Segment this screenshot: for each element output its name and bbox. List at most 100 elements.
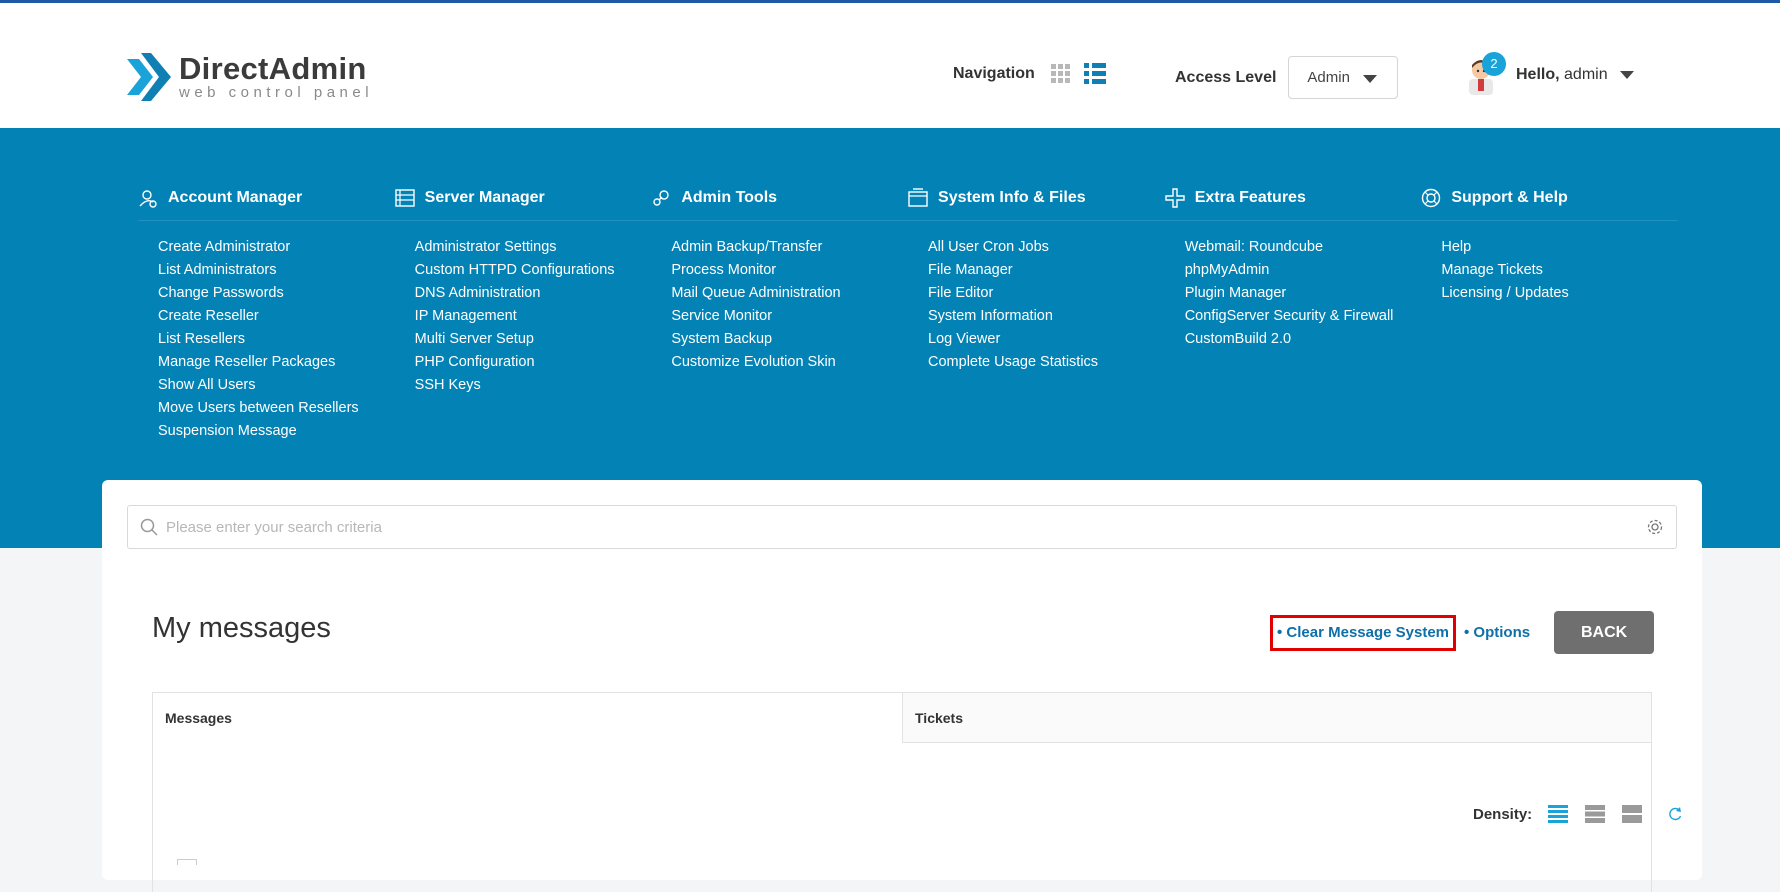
logo-title: DirectAdmin xyxy=(179,51,367,86)
menu-list-support-help: Help Manage Tickets Licensing / Updates xyxy=(1421,236,1678,443)
account-manager-icon xyxy=(139,190,157,208)
menu-link[interactable]: System Backup xyxy=(671,328,908,351)
logo[interactable]: DirectAdmin web control panel xyxy=(125,49,373,105)
access-level-value: Admin xyxy=(1307,69,1350,86)
server-manager-icon xyxy=(394,189,415,207)
menu-link[interactable]: Licensing / Updates xyxy=(1441,282,1678,305)
menu-head-label: System Info & Files xyxy=(938,189,1086,206)
back-button[interactable]: BACK xyxy=(1554,611,1655,654)
menu-link[interactable]: Create Reseller xyxy=(158,305,395,328)
options-link[interactable]: • Options xyxy=(1464,624,1530,641)
menu-link[interactable]: Custom HTTPD Configurations xyxy=(415,259,652,282)
access-level-label: Access Level xyxy=(1175,68,1277,86)
menu-link[interactable]: Create Administrator xyxy=(158,236,395,259)
tab-bar: Messages Tickets xyxy=(153,693,1651,743)
search-icon xyxy=(140,518,158,536)
menu-head-label: Extra Features xyxy=(1194,189,1306,206)
admin-tools-icon xyxy=(653,190,670,206)
menu-head-label: Server Manager xyxy=(424,189,545,206)
menu-link[interactable]: IP Management xyxy=(415,305,652,328)
extra-features-icon xyxy=(1164,188,1185,208)
menu-list-server-manager: Administrator Settings Custom HTTPD Conf… xyxy=(395,236,652,443)
density-label: Density: xyxy=(1473,805,1533,823)
tab-messages[interactable]: Messages xyxy=(153,693,902,743)
menu-link[interactable]: Mail Queue Administration xyxy=(671,282,908,305)
menu-list-extra-features: Webmail: Roundcube phpMyAdmin Plugin Man… xyxy=(1165,236,1422,443)
menu-link[interactable]: List Administrators xyxy=(158,259,395,282)
density-normal-icon[interactable] xyxy=(1585,805,1606,823)
caret-down-icon xyxy=(1363,75,1378,83)
select-all-checkbox[interactable] xyxy=(177,859,197,865)
system-info-icon xyxy=(908,188,928,207)
navigation-switcher: Navigation xyxy=(953,63,1106,84)
menu-list-account-manager: Create Administrator List Administrators… xyxy=(138,236,395,443)
menu-head-account-manager[interactable]: Account Manager xyxy=(138,186,395,210)
density-wide-icon[interactable] xyxy=(1622,805,1643,823)
grid-view-icon[interactable] xyxy=(1050,64,1070,83)
menu-list-admin-tools: Admin Backup/Transfer Process Monitor Ma… xyxy=(651,236,908,443)
menu-link[interactable]: CustomBuild 2.0 xyxy=(1185,328,1422,351)
menu-link[interactable]: Administrator Settings xyxy=(415,236,652,259)
menu-link[interactable]: Move Users between Resellers xyxy=(158,397,395,420)
support-help-icon xyxy=(1422,188,1441,208)
menu-link[interactable]: phpMyAdmin xyxy=(1185,259,1422,282)
user-menu[interactable]: 2 Hello, admin xyxy=(1466,52,1634,95)
clear-message-system-link[interactable]: • Clear Message System xyxy=(1277,624,1449,641)
menu-head-admin-tools[interactable]: Admin Tools xyxy=(651,186,908,210)
menu-link[interactable]: PHP Configuration xyxy=(415,351,652,374)
access-level-select[interactable]: Admin xyxy=(1288,56,1399,99)
density-compact-icon[interactable] xyxy=(1548,805,1569,823)
menu-link[interactable]: Help xyxy=(1441,236,1678,259)
user-menu-caret-icon[interactable] xyxy=(1619,71,1634,79)
menu-head-support-help[interactable]: Support & Help xyxy=(1421,186,1678,210)
menu-link[interactable]: File Editor xyxy=(928,282,1165,305)
list-view-icon[interactable] xyxy=(1083,63,1106,84)
access-level: Access Level Admin xyxy=(1175,56,1399,99)
menu-link[interactable]: DNS Administration xyxy=(415,282,652,305)
refresh-icon[interactable] xyxy=(1667,806,1683,822)
search-bar xyxy=(127,505,1677,549)
menu-link[interactable]: All User Cron Jobs xyxy=(928,236,1165,259)
menu-link[interactable]: Plugin Manager xyxy=(1185,282,1422,305)
menu-link[interactable]: Process Monitor xyxy=(671,259,908,282)
logo-subtitle: web control panel xyxy=(179,84,374,101)
menu-head-system-info[interactable]: System Info & Files xyxy=(908,186,1165,210)
highlight-box: • Clear Message System xyxy=(1270,614,1457,651)
menu-link[interactable]: ConfigServer Security & Firewall xyxy=(1185,305,1422,328)
menu-list-system-info: All User Cron Jobs File Manager File Edi… xyxy=(908,236,1165,443)
menu-link[interactable]: Multi Server Setup xyxy=(415,328,652,351)
gear-icon[interactable] xyxy=(1646,518,1664,536)
notification-badge[interactable]: 2 xyxy=(1482,52,1506,76)
tab-tickets[interactable]: Tickets xyxy=(902,693,1651,743)
menu-link[interactable]: File Manager xyxy=(928,259,1165,282)
menu-link[interactable]: Show All Users xyxy=(158,374,395,397)
messages-container: Messages Tickets Density: xyxy=(152,692,1682,892)
menu-link[interactable]: Suspension Message xyxy=(158,420,395,443)
menu-link[interactable]: List Resellers xyxy=(158,328,395,351)
header: DirectAdmin web control panel Navigation… xyxy=(0,3,1780,128)
avatar[interactable]: 2 xyxy=(1466,52,1506,95)
menu-head-label: Admin Tools xyxy=(681,189,778,206)
menu-link[interactable]: Log Viewer xyxy=(928,328,1165,351)
content-panel: My messages • Clear Message System • Opt… xyxy=(102,480,1702,892)
user-greeting: Hello, admin xyxy=(1516,66,1608,84)
hello-prefix: Hello, xyxy=(1516,66,1560,83)
menu-link[interactable]: Customize Evolution Skin xyxy=(671,351,908,374)
menu-head-label: Account Manager xyxy=(168,189,303,206)
menu-head-extra-features[interactable]: Extra Features xyxy=(1164,186,1422,210)
menu-link[interactable]: Admin Backup/Transfer xyxy=(671,236,908,259)
main-menu: Account Manager Server Manager Admin Too… xyxy=(138,186,1678,443)
directadmin-logo-icon xyxy=(125,49,173,105)
menu-link[interactable]: Manage Reseller Packages xyxy=(158,351,395,374)
menu-link[interactable]: Service Monitor xyxy=(671,305,908,328)
menu-link[interactable]: Complete Usage Statistics xyxy=(928,351,1165,374)
search-input[interactable] xyxy=(166,518,1646,536)
menu-link[interactable]: System Information xyxy=(928,305,1165,328)
menu-head-server-manager[interactable]: Server Manager xyxy=(394,186,652,210)
menu-head-label: Support & Help xyxy=(1451,189,1568,206)
density-control: Density: xyxy=(1473,805,1683,823)
menu-link[interactable]: SSH Keys xyxy=(415,374,652,397)
menu-link[interactable]: Webmail: Roundcube xyxy=(1185,236,1422,259)
menu-link[interactable]: Manage Tickets xyxy=(1441,259,1678,282)
menu-link[interactable]: Change Passwords xyxy=(158,282,395,305)
